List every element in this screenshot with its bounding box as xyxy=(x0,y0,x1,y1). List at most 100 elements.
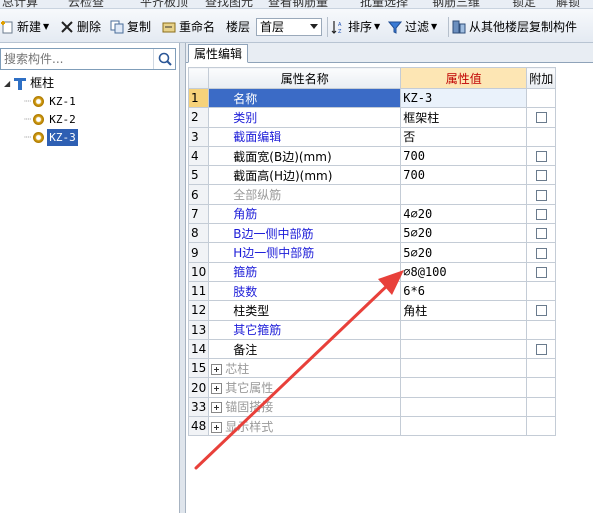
row-number: 14 xyxy=(187,338,210,360)
extra-cell xyxy=(526,377,557,398)
table-row[interactable]: 10 箍筋 ⌀8@100 xyxy=(187,261,557,282)
extra-cell xyxy=(526,319,557,340)
property-name: 截面编辑 xyxy=(233,130,282,145)
tree-item[interactable]: ┈ KZ-2 xyxy=(24,111,78,128)
expand-icon[interactable] xyxy=(211,421,223,433)
search-input[interactable] xyxy=(1,49,153,69)
table-row[interactable]: 3 截面编辑 否 xyxy=(187,126,557,147)
row-number: 5 xyxy=(187,165,210,186)
tree-collapse-icon[interactable]: ◢ xyxy=(4,75,10,92)
tree-node-root[interactable]: ◢ 框柱 xyxy=(4,75,54,92)
property-value-cell[interactable]: 角柱 xyxy=(400,300,528,321)
property-value-cell[interactable]: 5⌀20 xyxy=(400,223,528,244)
delete-button[interactable]: 删除 xyxy=(60,18,101,36)
table-row[interactable]: 14 备注 xyxy=(187,338,557,360)
table-row[interactable]: 13 其它箍筋 xyxy=(187,319,557,340)
copy-label: 复制 xyxy=(127,20,152,34)
search-box xyxy=(0,48,176,70)
property-value-cell[interactable]: 6*6 xyxy=(400,280,528,302)
extra-checkbox[interactable] xyxy=(535,344,547,355)
header-property-value[interactable]: 属性值 xyxy=(400,67,528,89)
table-row[interactable]: 20 其它属性 xyxy=(187,377,557,398)
header-extra[interactable]: 附加 xyxy=(526,67,557,89)
top-strip-item[interactable]: 批量选择 xyxy=(360,0,408,8)
table-row[interactable]: 1 名称 KZ-3 xyxy=(187,87,557,109)
property-value-cell[interactable] xyxy=(400,338,528,360)
extra-checkbox[interactable] xyxy=(535,247,547,259)
filter-button[interactable]: 过滤 ▼ xyxy=(387,18,437,36)
grid-header-row: 属性名称 属性值 附加 xyxy=(187,67,557,89)
table-row[interactable]: 12 柱类型 角柱 xyxy=(187,300,557,321)
property-value-cell[interactable] xyxy=(400,416,528,437)
table-row[interactable]: 33 锚固搭接 xyxy=(187,396,557,418)
floor-select[interactable]: 首层 xyxy=(256,18,322,36)
table-row[interactable]: 2 类别 框架柱 xyxy=(187,107,557,128)
tree-item[interactable]: ┈ KZ-1 xyxy=(24,93,78,110)
svg-text:A: A xyxy=(338,22,342,28)
top-strip-item[interactable]: 查看钢筋量 xyxy=(268,0,328,8)
top-strip-item[interactable]: 云检查 xyxy=(68,0,104,8)
property-value-cell[interactable]: 700 xyxy=(400,165,528,186)
component-tree-panel: ◢ 框柱 ┈ KZ-1 ┈ KZ-2 ┈ KZ-3 xyxy=(0,43,180,513)
property-name: 备注 xyxy=(233,342,258,357)
property-value-cell[interactable] xyxy=(400,358,528,379)
property-name: 柱类型 xyxy=(233,303,270,318)
extra-checkbox[interactable] xyxy=(535,228,547,240)
header-property-name[interactable]: 属性名称 xyxy=(208,67,402,89)
top-strip-item[interactable]: 总计算 xyxy=(2,0,38,8)
new-button[interactable]: 新建 ▼ xyxy=(0,18,49,36)
extra-checkbox[interactable] xyxy=(535,305,547,317)
top-strip-item[interactable]: 平齐板顶 xyxy=(140,0,188,8)
top-strip-item[interactable]: 钢筋三维 xyxy=(432,0,480,8)
property-name-cell: 截面宽(B边)(mm) xyxy=(208,145,402,167)
expand-icon[interactable] xyxy=(211,402,223,414)
extra-cell xyxy=(526,280,557,302)
property-value-cell[interactable]: ⌀8@100 xyxy=(400,261,528,282)
extra-checkbox[interactable] xyxy=(535,151,547,163)
table-row[interactable]: 11 肢数 6*6 xyxy=(187,280,557,302)
table-row[interactable]: 15 芯柱 xyxy=(187,358,557,379)
table-row[interactable]: 4 截面宽(B边)(mm) 700 xyxy=(187,145,557,167)
property-value-cell[interactable]: 4⌀20 xyxy=(400,203,528,225)
extra-checkbox[interactable] xyxy=(535,170,547,182)
property-value-cell[interactable] xyxy=(400,184,528,205)
tab-property-edit[interactable]: 属性编辑 xyxy=(188,44,249,63)
property-value-cell[interactable]: 框架柱 xyxy=(400,107,528,128)
property-value-cell[interactable] xyxy=(400,377,528,398)
table-row[interactable]: 5 截面高(H边)(mm) 700 xyxy=(187,165,557,186)
copy-from-other-floor-label: 从其他楼层复制构件 xyxy=(469,20,578,34)
table-row[interactable]: 8 B边一侧中部筋 5⌀20 xyxy=(187,223,557,244)
property-value-cell[interactable] xyxy=(400,396,528,418)
top-strip-item[interactable]: 锁定 xyxy=(512,0,536,8)
property-value-cell[interactable]: 700 xyxy=(400,145,528,167)
table-row[interactable]: 48 显示样式 xyxy=(187,416,557,437)
rename-button[interactable]: 重命名 xyxy=(162,18,215,36)
expand-icon[interactable] xyxy=(211,363,223,375)
property-value-cell[interactable]: KZ-3 xyxy=(400,87,528,109)
property-value-cell[interactable]: 否 xyxy=(400,126,528,147)
table-row[interactable]: 6 全部纵筋 xyxy=(187,184,557,205)
table-row[interactable]: 9 H边一侧中部筋 5⌀20 xyxy=(187,242,557,263)
filter-label: 过滤 xyxy=(405,20,430,34)
extra-checkbox[interactable] xyxy=(535,112,547,124)
copy-button[interactable]: 复制 xyxy=(110,18,151,36)
property-value-cell[interactable]: 5⌀20 xyxy=(400,242,528,263)
sort-button[interactable]: AZ 排序 ▼ xyxy=(331,18,380,36)
copy-from-other-floor-button[interactable]: 从其他楼层复制构件 xyxy=(452,18,577,36)
extra-checkbox[interactable] xyxy=(535,208,547,220)
extra-checkbox[interactable] xyxy=(535,189,547,201)
extra-checkbox[interactable] xyxy=(535,266,547,278)
table-row[interactable]: 7 角筋 4⌀20 xyxy=(187,203,557,225)
rename-label: 重命名 xyxy=(179,20,216,34)
expand-icon[interactable] xyxy=(211,383,223,395)
tree-item-selected[interactable]: ┈ KZ-3 xyxy=(24,129,78,146)
property-value-cell[interactable] xyxy=(400,319,528,340)
delete-icon xyxy=(60,20,74,34)
new-label: 新建 xyxy=(17,20,42,34)
search-button[interactable] xyxy=(153,49,175,69)
chevron-down-icon xyxy=(310,24,318,29)
extra-cell xyxy=(526,126,557,147)
top-strip-item[interactable]: 查找图元 xyxy=(205,0,253,8)
row-number: 15 xyxy=(187,358,210,379)
top-strip-item[interactable]: 解锁 xyxy=(556,0,580,8)
